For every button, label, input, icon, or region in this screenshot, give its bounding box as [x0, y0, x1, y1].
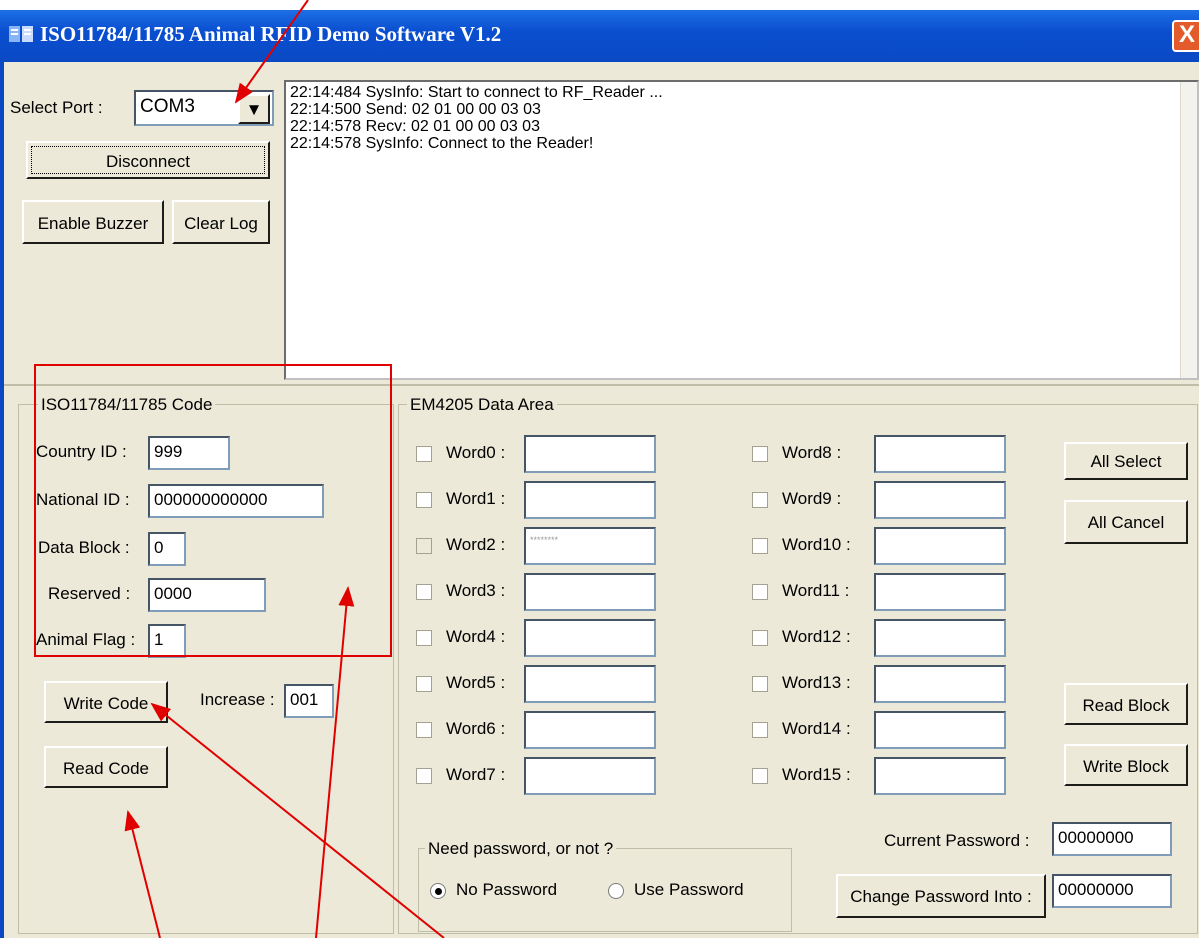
annotation-arrow: [128, 812, 160, 938]
annotation-arrows: [0, 0, 1199, 938]
annotation-arrow: [316, 588, 348, 938]
annotation-arrow: [152, 704, 444, 938]
annotation-arrow: [236, 0, 308, 102]
